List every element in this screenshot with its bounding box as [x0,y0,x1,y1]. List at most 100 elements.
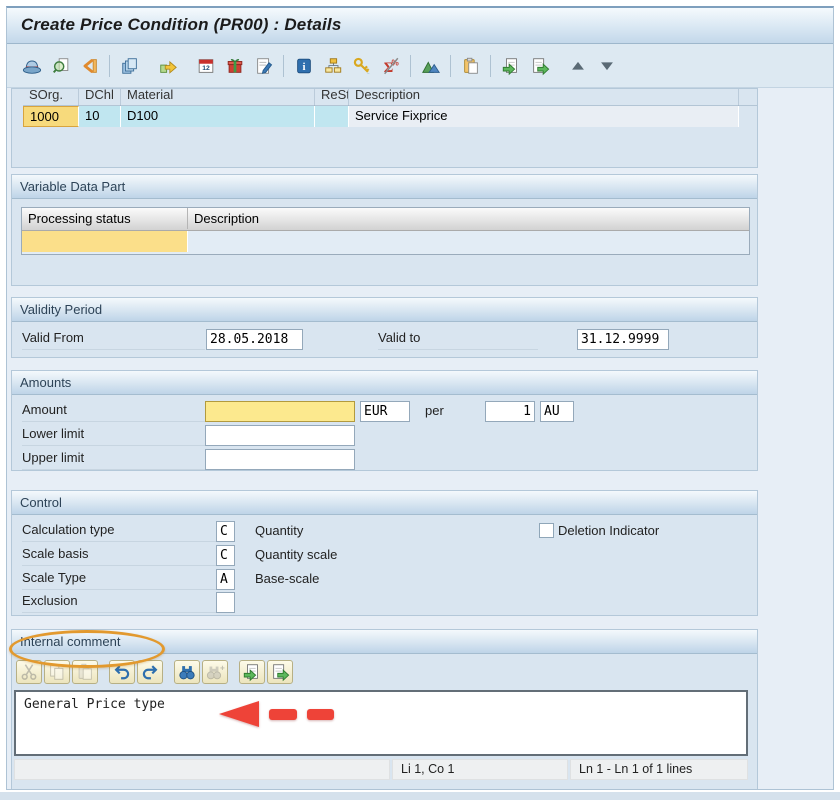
section-title-amounts: Amounts [12,371,757,395]
key-icon [352,56,372,76]
column-header-description: Description [349,88,739,106]
focus-corner [205,417,210,422]
variable-data-row [22,231,749,254]
sum-percent-button[interactable]: Σ% [377,52,404,79]
app-toolbar: 12 i Σ% [7,44,833,88]
toolbar-separator [450,55,451,77]
info-button[interactable]: i [290,52,317,79]
layers-button[interactable] [116,52,143,79]
scale-basis-input[interactable]: C [216,545,235,566]
paste-button[interactable] [457,52,484,79]
column-header-dchl: DChl [79,88,121,106]
copy-button[interactable] [44,660,70,684]
focus-corner [350,417,355,422]
variable-data-table: Processing status Description [21,207,750,255]
cursor-position-status: Li 1, Co 1 [392,759,568,780]
copy-icon [47,662,67,682]
import-page-button[interactable] [497,52,524,79]
edit-note-button[interactable] [250,52,277,79]
mountains-button[interactable] [417,52,444,79]
amount-input[interactable] [205,401,355,422]
paste-icon [461,56,481,76]
section-title-variable-data: Variable Data Part [12,175,757,199]
svg-text:12: 12 [202,65,210,72]
down-arrow-button[interactable] [593,52,620,79]
valid-to-input[interactable]: 31.12.9999 [577,329,669,350]
export-page-button[interactable] [267,660,293,684]
redo-button[interactable] [137,660,163,684]
find-button[interactable] [174,660,200,684]
currency-input[interactable]: EUR [360,401,410,422]
upper-limit-input[interactable] [205,449,355,470]
valid-to-label: Valid to [378,330,538,350]
deletion-indicator-checkbox[interactable] [539,523,554,538]
column-header-vd-description: Description [188,208,749,229]
export-page-icon [270,662,290,682]
key-table-row: 1000 10 D100 Service Fixprice [23,106,757,127]
export-page-button[interactable] [526,52,553,79]
processing-status-cell[interactable] [22,231,188,252]
hat-icon [22,56,42,76]
column-header-rest: ReSt [315,88,349,106]
gift-button[interactable] [221,52,248,79]
org-chart-button[interactable] [319,52,346,79]
key-button[interactable] [348,52,375,79]
exclusion-input[interactable] [216,592,235,613]
import-page-icon [501,56,521,76]
editor-statusbar: Li 1, Co 1 Ln 1 - Ln 1 of 1 lines [14,759,748,780]
import-page-button[interactable] [239,660,265,684]
material-cell[interactable]: D100 [121,106,315,127]
sum-percent-icon: Σ% [381,56,401,76]
focus-corner [205,401,210,406]
comment-textarea[interactable]: General Price type [14,690,748,756]
scale-type-desc: Base-scale [255,571,319,586]
paste-clip-button[interactable] [72,660,98,684]
calendar-button[interactable]: 12 [192,52,219,79]
scale-type-input[interactable]: A [216,569,235,590]
calculation-type-desc: Quantity [255,523,303,538]
page-title: Create Price Condition (PR00) : Details [21,15,341,35]
scale-basis-desc: Quantity scale [255,547,337,562]
valid-from-input[interactable]: 28.05.2018 [206,329,303,350]
vd-description-cell[interactable] [188,231,749,252]
info-icon: i [294,56,314,76]
find-next-button[interactable]: + [202,660,228,684]
rest-cell[interactable] [315,106,349,127]
search-doc-icon [51,56,71,76]
lower-limit-input[interactable] [205,425,355,446]
section-title-validity: Validity Period [12,298,757,322]
lower-limit-label: Lower limit [22,426,205,446]
org-chart-icon [323,56,343,76]
calendar-icon: 12 [196,56,216,76]
gift-icon [225,56,245,76]
section-title-control: Control [12,491,757,515]
cut-button[interactable] [16,660,42,684]
section-title-internal-comment: Internal comment [12,630,757,654]
upper-limit-label: Upper limit [22,450,205,470]
back-button[interactable] [76,52,103,79]
cut-icon [19,662,39,682]
per-value-input[interactable]: 1 [485,401,535,422]
goto-button[interactable] [154,52,181,79]
description-cell[interactable]: Service Fixprice [349,106,739,127]
layers-icon [120,56,140,76]
hat-button[interactable] [18,52,45,79]
undo-button[interactable] [109,660,135,684]
unit-input[interactable]: AU [540,401,574,422]
find-next-icon: + [205,662,225,682]
per-label: per [425,403,444,418]
scale-basis-label: Scale basis [22,546,216,566]
find-icon [177,662,197,682]
column-header-material: Material [121,88,315,106]
up-arrow-button[interactable] [564,52,591,79]
edit-note-icon [254,56,274,76]
paste-clip-icon [75,662,95,682]
svg-text:+: + [220,663,225,672]
redo-icon [140,662,160,682]
scale-type-label: Scale Type [22,570,216,590]
sorg-cell[interactable]: 1000 [23,106,79,127]
search-doc-button[interactable] [47,52,74,79]
editor-toolbar: + [16,658,295,685]
calculation-type-input[interactable]: C [216,521,235,542]
dchl-cell[interactable]: 10 [79,106,121,127]
